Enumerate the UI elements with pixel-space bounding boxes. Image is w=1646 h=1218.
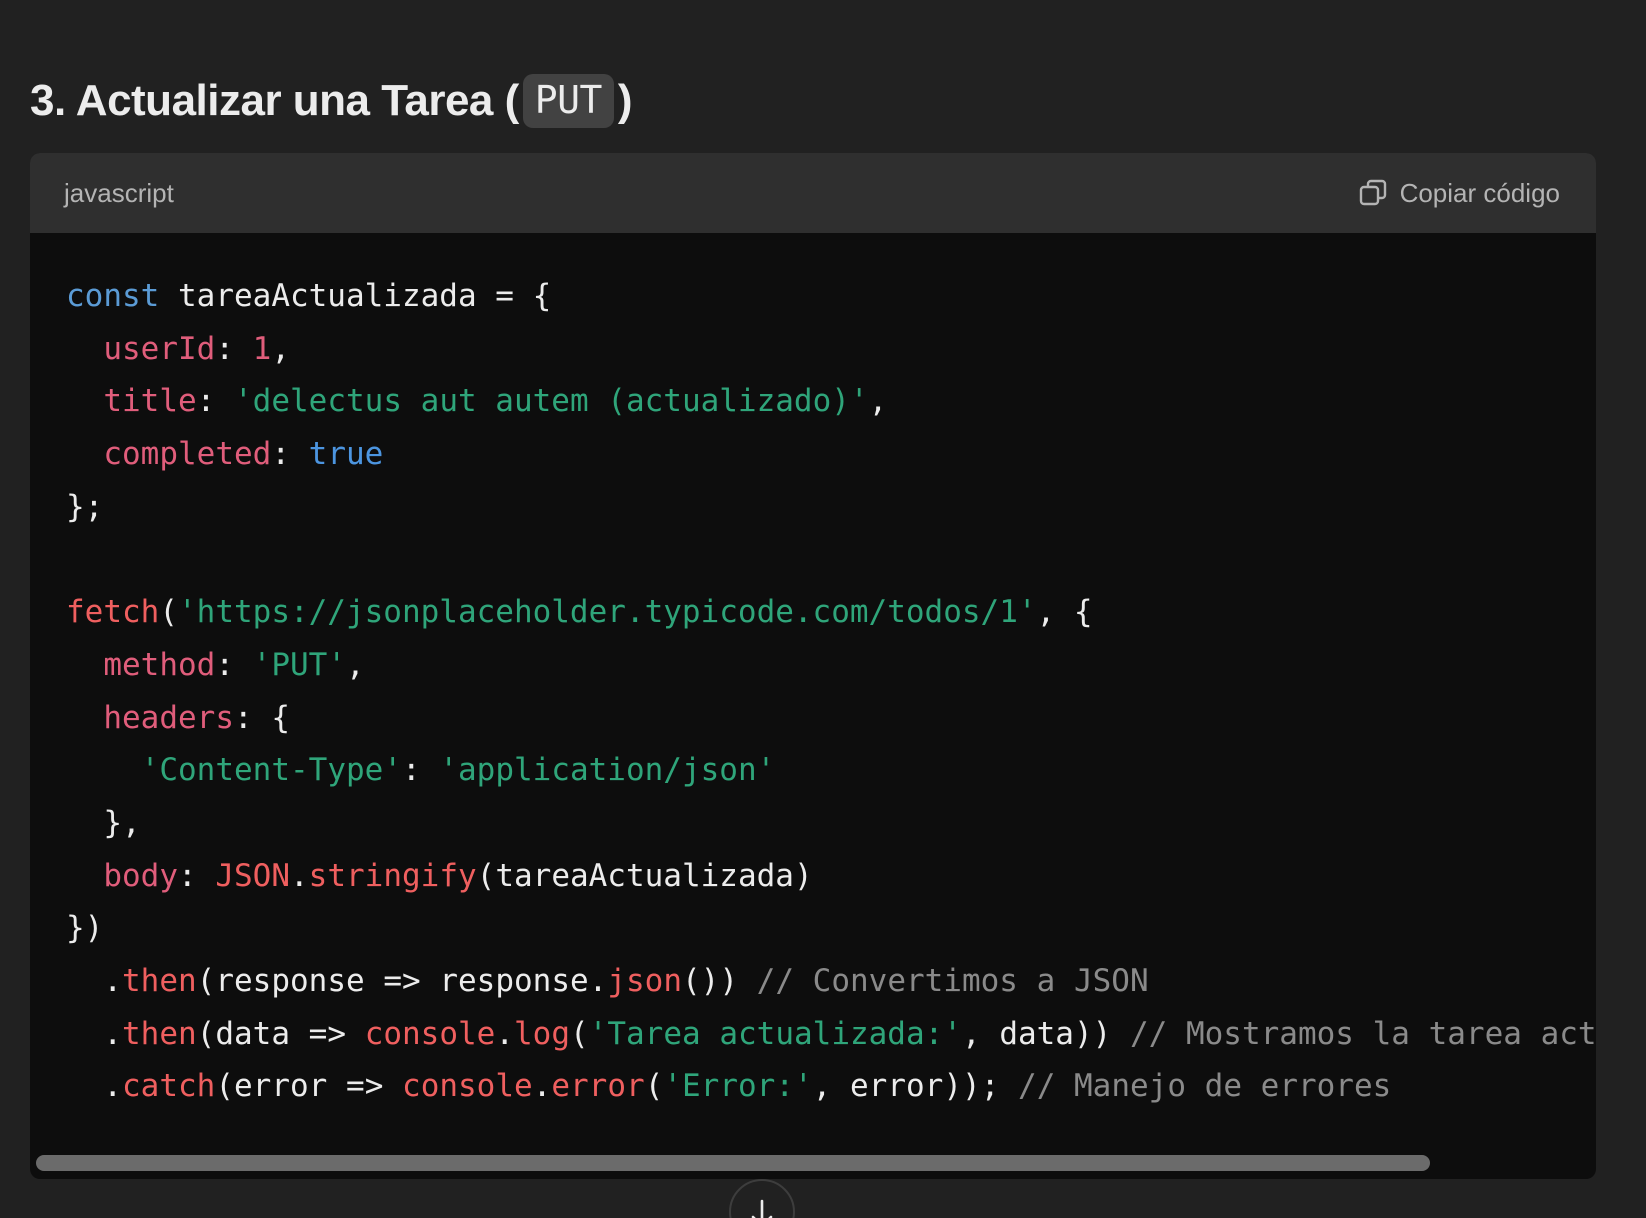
section-heading: 3. Actualizar una Tarea ( PUT ) (30, 68, 633, 134)
code-line: body: JSON.stringify(tareaActualizada) (103, 857, 813, 894)
code-content: const tareaActualizada = { userId: 1, ti… (66, 270, 1596, 1113)
code-line: .catch(error => console.error('Error:', … (103, 1068, 1392, 1105)
heading-inline-code: PUT (522, 74, 614, 128)
code-block: javascript Copiar código const tareaActu… (30, 153, 1596, 1179)
code-line: }) (66, 910, 104, 947)
heading-prefix: 3. Actualizar una Tarea ( (30, 76, 519, 125)
copy-icon (1358, 178, 1388, 208)
copy-code-button[interactable]: Copiar código (1358, 153, 1560, 233)
code-line: }, (103, 804, 141, 841)
code-line: headers: { (103, 699, 291, 736)
horizontal-scrollbar[interactable] (36, 1155, 1430, 1171)
copy-code-label: Copiar código (1399, 177, 1560, 208)
scroll-down-button[interactable] (729, 1179, 795, 1218)
code-line: .then(response => response.json()) // Co… (103, 962, 1149, 999)
code-line: userId: 1, (103, 330, 291, 367)
code-line: title: 'delectus aut autem (actualizado)… (103, 383, 888, 420)
code-block-header: javascript Copiar código (30, 153, 1596, 233)
code-line: completed: true (103, 436, 384, 473)
code-line: .then(data => console.log('Tarea actuali… (103, 1015, 1596, 1052)
code-line: fetch('https://jsonplaceholder.typicode.… (66, 594, 1093, 631)
arrow-down-icon (748, 1197, 776, 1218)
code-language-label: javascript (64, 178, 174, 208)
code-line: method: 'PUT', (103, 646, 365, 683)
heading-suffix: ) (617, 76, 633, 125)
code-line: }; (66, 488, 104, 525)
code-line: 'Content-Type': 'application/json' (140, 752, 776, 789)
code-line: const tareaActualizada = { (66, 278, 552, 314)
